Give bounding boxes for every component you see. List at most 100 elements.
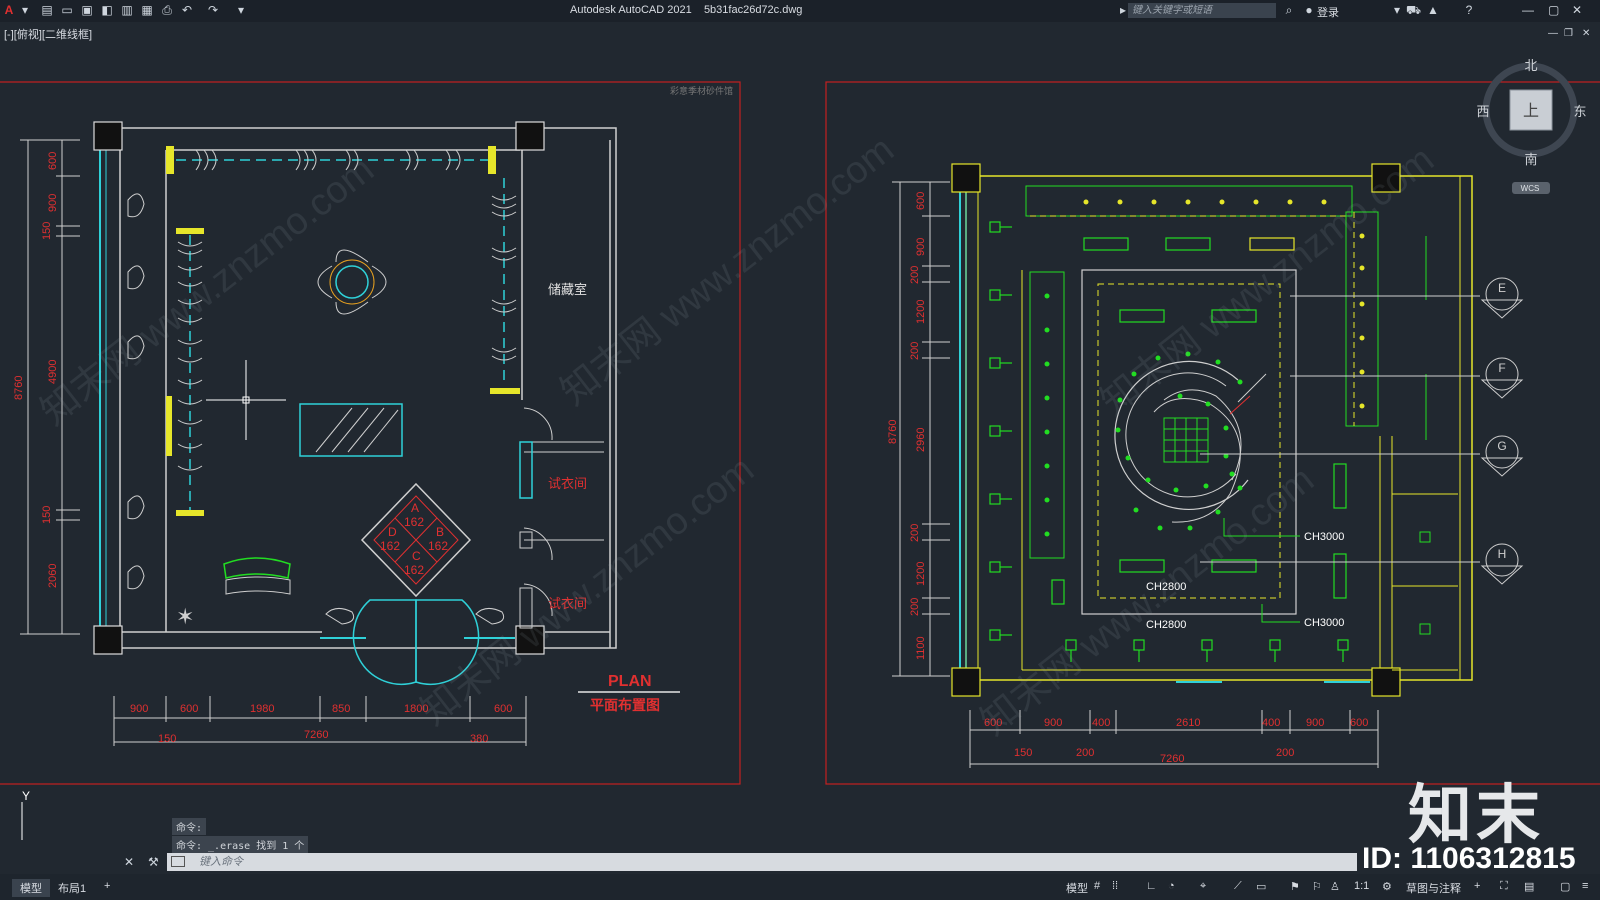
svg-text:600: 600 xyxy=(180,703,198,715)
ucs-icon: Y X xyxy=(21,789,30,840)
svg-text:A: A xyxy=(411,501,419,515)
login-button[interactable]: 登录 xyxy=(1317,4,1339,20)
svg-text:200: 200 xyxy=(909,524,921,542)
workspace-dropdown[interactable]: 草图与注释 xyxy=(1406,880,1461,896)
plot-preview-icon[interactable]: ▦ xyxy=(140,3,154,17)
dropdown-icon[interactable]: ▾ xyxy=(1390,3,1404,17)
maximize-icon[interactable]: ▢ xyxy=(1548,3,1559,17)
scale-dropdown[interactable]: 1:1 xyxy=(1354,880,1369,892)
tab-model[interactable]: 模型 xyxy=(12,879,50,897)
tab-add[interactable]: + xyxy=(96,879,118,893)
downlights-top xyxy=(1083,199,1327,205)
search-icon[interactable]: ⌕ xyxy=(1282,3,1296,17)
svg-text:900: 900 xyxy=(1306,717,1324,729)
autocad-logo-icon[interactable]: A xyxy=(2,3,16,17)
storage-room-label: 储藏室 xyxy=(548,282,587,297)
window-title: Autodesk AutoCAD 2021 5b31fac26d72c.dwg xyxy=(570,4,803,16)
open-folder-icon[interactable]: ▭ xyxy=(60,3,74,17)
osnap-icon[interactable]: ⌖ xyxy=(1200,880,1206,893)
publish-icon[interactable]: ▥ xyxy=(120,3,134,17)
status-bar: 模型 布局1 + 模型 # ⁞⁞ ∟ ◔ ⌖ ⟋ ▭ ⚑ ⚐ ♙ 1:1 ⚙ 草… xyxy=(0,874,1600,900)
command-prompt-icon xyxy=(171,856,185,867)
redo-icon[interactable]: ↷ xyxy=(206,3,220,17)
svg-text:600: 600 xyxy=(47,152,59,170)
save-icon[interactable]: ▣ xyxy=(80,3,94,17)
plant-icon: ✶ xyxy=(176,604,194,629)
svg-text:7260: 7260 xyxy=(304,729,328,741)
doc-restore-icon[interactable]: ❐ xyxy=(1564,28,1573,39)
svg-text:E: E xyxy=(1498,281,1506,295)
right-sheet-frame xyxy=(825,81,1600,785)
polar-icon[interactable]: ◔ xyxy=(1168,880,1175,892)
diamond-island: A B C D 162 162 162 162 xyxy=(360,482,472,598)
user-icon[interactable]: ● xyxy=(1302,3,1316,17)
selection-cycling-icon[interactable]: ▭ xyxy=(1256,880,1266,893)
save-as-icon[interactable]: ◧ xyxy=(100,3,114,17)
clean-screen-icon[interactable]: ▢ xyxy=(1560,880,1570,893)
svg-text:900: 900 xyxy=(915,238,927,256)
undo-icon[interactable]: ↶ xyxy=(180,3,194,17)
search-input[interactable]: 键入关键字或短语 xyxy=(1128,3,1276,18)
cart-icon[interactable]: ⛟ xyxy=(1406,3,1421,17)
customize-toolbar-icon[interactable]: ▾ xyxy=(234,3,248,17)
doc-minimize-icon[interactable]: — xyxy=(1548,28,1558,39)
dimension-text-left-right: 600 900 200 1200 200 2960 200 1200 200 1… xyxy=(887,192,927,660)
doc-close-icon[interactable]: ✕ xyxy=(1582,28,1590,39)
model-space-button[interactable]: 模型 xyxy=(1066,880,1088,896)
dimension-text-left: 600 900 150 4900 150 2060 8760 xyxy=(13,152,59,588)
light-fixture xyxy=(166,146,174,174)
command-input[interactable]: 键入命令 xyxy=(167,853,1357,871)
close-icon[interactable]: ✕ xyxy=(1572,3,1582,17)
customize-wrench-icon[interactable]: ⚒ xyxy=(148,855,159,869)
annotation-scale-icon[interactable]: ♙ xyxy=(1330,880,1340,893)
view-cube[interactable]: 上 北 南 西 东 WCS xyxy=(1476,58,1587,194)
dimension-text-bottom-right: 600 900 400 2610 400 900 600 150 200 726… xyxy=(984,717,1368,765)
hardware-accel-icon[interactable]: ▤ xyxy=(1524,880,1534,893)
round-table-set xyxy=(317,249,387,315)
customization-menu-icon[interactable]: ≡ xyxy=(1582,880,1588,892)
svg-text:150: 150 xyxy=(41,506,53,524)
lineweight-icon[interactable]: ⟋ xyxy=(1234,880,1242,893)
svg-text:2610: 2610 xyxy=(1176,717,1200,729)
svg-text:H: H xyxy=(1498,547,1507,561)
print-icon[interactable]: ⎙ xyxy=(160,3,174,17)
svg-text:G: G xyxy=(1497,439,1506,453)
menu-chevron-icon[interactable]: ▾ xyxy=(18,3,32,17)
plan-title: PLAN xyxy=(608,673,652,690)
outer-wall xyxy=(119,127,617,649)
help-icon[interactable]: ? xyxy=(1462,3,1476,17)
workspace-gear-icon[interactable]: ⚙ xyxy=(1382,880,1392,893)
ceiling-height-labels: CH3000 CH2800 CH2800 CH3000 xyxy=(1146,531,1344,631)
svg-text:CH3000: CH3000 xyxy=(1304,531,1344,543)
annotation-visibility-icon[interactable]: ⚑ xyxy=(1290,880,1300,893)
svg-text:1100: 1100 xyxy=(915,636,927,660)
new-file-icon[interactable]: ▤ xyxy=(40,3,54,17)
fitting-rooms xyxy=(523,407,604,617)
compass-east: 东 xyxy=(1573,104,1586,119)
section-markers xyxy=(1200,277,1524,585)
drawing-canvas[interactable]: 彩意季材砂件馆 ✶ A B C D 162 162 162 162 储藏室 试衣… xyxy=(0,40,1600,840)
close-command-icon[interactable]: ✕ xyxy=(124,855,134,869)
svg-text:400: 400 xyxy=(1262,717,1280,729)
a360-icon[interactable]: ▲ xyxy=(1426,3,1440,17)
add-icon[interactable]: + xyxy=(1474,880,1480,892)
svg-text:1800: 1800 xyxy=(404,703,428,715)
svg-text:F: F xyxy=(1498,361,1505,375)
plan-subtitle: 平面布置图 xyxy=(590,697,660,713)
isolate-objects-icon[interactable]: ⛶ xyxy=(1500,880,1508,893)
grille-lights xyxy=(1051,237,1347,605)
svg-text:900: 900 xyxy=(1044,717,1062,729)
grid-icon[interactable]: # xyxy=(1094,880,1100,892)
left-floor-plan: 彩意季材砂件馆 ✶ A B C D 162 162 162 162 储藏室 试衣… xyxy=(0,81,741,785)
snap-icon[interactable]: ⁞⁞ xyxy=(1112,880,1118,892)
svg-text:150: 150 xyxy=(41,222,53,240)
display-table-hatch xyxy=(315,407,399,453)
title-bar: A ▾ ▤ ▭ ▣ ◧ ▥ ▦ ⎙ ↶ ↷ ▾ Autodesk AutoCAD… xyxy=(0,0,1600,22)
ortho-icon[interactable]: ∟ xyxy=(1146,880,1157,892)
svg-text:850: 850 xyxy=(332,703,350,715)
minimize-icon[interactable]: — xyxy=(1522,3,1534,17)
svg-text:600: 600 xyxy=(915,192,927,210)
autoscale-icon[interactable]: ⚐ xyxy=(1312,880,1322,893)
svg-text:200: 200 xyxy=(1076,747,1094,759)
tab-layout1[interactable]: 布局1 xyxy=(50,879,94,897)
